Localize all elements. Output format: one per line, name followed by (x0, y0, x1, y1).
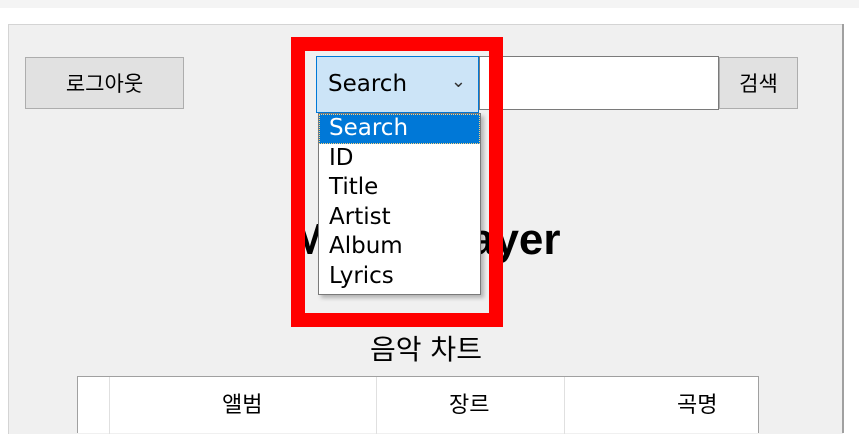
music-chart-table: 앨범 장르 곡명 (77, 376, 759, 434)
table-header-label: 장르 (449, 393, 490, 418)
search-type-combo[interactable]: Search ⌄ (316, 56, 479, 113)
search-button[interactable]: 검색 (719, 57, 798, 109)
search-type-dropdown-list: Search ID Title Artist Album Lyrics (318, 113, 481, 295)
table-header-album[interactable]: 앨범 (110, 377, 377, 434)
table-header-genre[interactable]: 장르 (377, 377, 565, 434)
dropdown-option-search[interactable]: Search (319, 114, 480, 144)
window-edge (844, 24, 859, 433)
table-header-label: 앨범 (222, 393, 263, 418)
combo-selected-value: Search (328, 71, 408, 97)
dropdown-option-lyrics[interactable]: Lyrics (319, 262, 480, 292)
dropdown-option-id[interactable]: ID (319, 144, 480, 174)
dropdown-option-artist[interactable]: Artist (319, 203, 480, 233)
table-header-row-selector[interactable] (78, 377, 110, 434)
chart-label: 음악 차트 (370, 333, 482, 366)
table-header-song-title[interactable]: 곡명 (565, 377, 758, 434)
search-input[interactable] (479, 56, 719, 110)
dropdown-option-title[interactable]: Title (319, 173, 480, 203)
chevron-down-icon[interactable]: ⌄ (451, 71, 466, 92)
title-bar-strip (0, 0, 859, 8)
app-window: Music Player 음악 차트 로그아웃 Search ⌄ 검색 Sear… (0, 0, 859, 434)
table-header-label: 곡명 (677, 393, 718, 418)
logout-button[interactable]: 로그아웃 (25, 57, 184, 109)
dropdown-option-album[interactable]: Album (319, 232, 480, 262)
